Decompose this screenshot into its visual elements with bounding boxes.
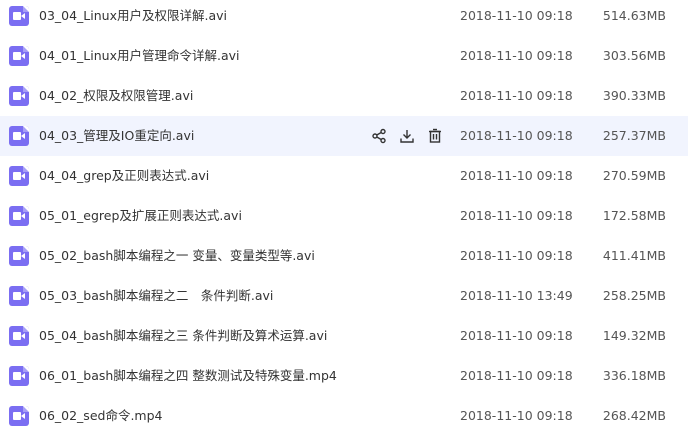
file-size: 270.59MB <box>602 168 666 183</box>
file-modified-time: 2018-11-10 09:18 <box>460 168 573 183</box>
file-name[interactable]: 04_04_grep及正则表达式.avi <box>39 156 209 196</box>
download-icon[interactable] <box>398 127 416 145</box>
file-row[interactable]: 06_02_sed命令.mp4 2018-11-10 09:18 268.42M… <box>0 396 688 436</box>
video-file-icon <box>9 366 29 386</box>
video-file-icon <box>9 166 29 186</box>
file-modified-time: 2018-11-10 09:18 <box>460 248 573 263</box>
file-size: 514.63MB <box>602 8 666 23</box>
file-row-hovered[interactable]: 04_03_管理及IO重定向.avi 2018-11-10 09:18 257.… <box>0 116 688 156</box>
file-row[interactable]: 04_04_grep及正则表达式.avi 2018-11-10 09:18 27… <box>0 156 688 196</box>
file-modified-time: 2018-11-10 09:18 <box>460 208 573 223</box>
file-modified-time: 2018-11-10 09:18 <box>460 328 573 343</box>
file-modified-time: 2018-11-10 09:18 <box>460 8 573 23</box>
video-file-icon <box>9 86 29 106</box>
file-name[interactable]: 04_02_权限及权限管理.avi <box>39 76 193 116</box>
video-file-icon <box>9 6 29 26</box>
file-size: 268.42MB <box>602 408 666 423</box>
video-file-icon <box>9 246 29 266</box>
file-size: 172.58MB <box>602 208 666 223</box>
video-file-icon <box>9 406 29 426</box>
file-name[interactable]: 04_01_Linux用户管理命令详解.avi <box>39 36 240 76</box>
file-modified-time: 2018-11-10 09:18 <box>460 48 573 63</box>
file-row[interactable]: 05_03_bash脚本编程之二 条件判断.avi 2018-11-10 13:… <box>0 276 688 316</box>
file-modified-time: 2018-11-10 09:18 <box>460 128 573 143</box>
trash-icon[interactable] <box>426 127 444 145</box>
file-name[interactable]: 03_04_Linux用户及权限详解.avi <box>39 0 227 36</box>
video-file-icon <box>9 46 29 66</box>
video-file-icon <box>9 326 29 346</box>
file-name[interactable]: 05_04_bash脚本编程之三 条件判断及算术运算.avi <box>39 316 327 356</box>
file-row[interactable]: 06_01_bash脚本编程之四 整数测试及特殊变量.mp4 2018-11-1… <box>0 356 688 396</box>
file-size: 258.25MB <box>602 288 666 303</box>
file-row[interactable]: 05_02_bash脚本编程之一 变量、变量类型等.avi 2018-11-10… <box>0 236 688 276</box>
file-name[interactable]: 04_03_管理及IO重定向.avi <box>39 116 194 156</box>
file-modified-time: 2018-11-10 13:49 <box>460 288 573 303</box>
video-file-icon <box>9 286 29 306</box>
file-modified-time: 2018-11-10 09:18 <box>460 88 573 103</box>
file-row[interactable]: 04_01_Linux用户管理命令详解.avi 2018-11-10 09:18… <box>0 36 688 76</box>
file-name[interactable]: 06_02_sed命令.mp4 <box>39 396 163 436</box>
file-name[interactable]: 05_02_bash脚本编程之一 变量、变量类型等.avi <box>39 236 315 276</box>
file-list: 03_04_Linux用户及权限详解.avi 2018-11-10 09:18 … <box>0 0 688 430</box>
file-size: 257.37MB <box>602 128 666 143</box>
video-file-icon <box>9 126 29 146</box>
file-row[interactable]: 04_02_权限及权限管理.avi 2018-11-10 09:18 390.3… <box>0 76 688 116</box>
file-name[interactable]: 06_01_bash脚本编程之四 整数测试及特殊变量.mp4 <box>39 356 337 396</box>
video-file-icon <box>9 206 29 226</box>
file-modified-time: 2018-11-10 09:18 <box>460 368 573 383</box>
file-size: 303.56MB <box>602 48 666 63</box>
file-size: 390.33MB <box>602 88 666 103</box>
file-size: 149.32MB <box>602 328 666 343</box>
file-size: 336.18MB <box>602 368 666 383</box>
row-actions <box>370 126 444 146</box>
file-row[interactable]: 05_04_bash脚本编程之三 条件判断及算术运算.avi 2018-11-1… <box>0 316 688 356</box>
file-row[interactable]: 03_04_Linux用户及权限详解.avi 2018-11-10 09:18 … <box>0 0 688 36</box>
file-modified-time: 2018-11-10 09:18 <box>460 408 573 423</box>
file-size: 411.41MB <box>602 248 666 263</box>
file-name[interactable]: 05_01_egrep及扩展正则表达式.avi <box>39 196 242 236</box>
file-row[interactable]: 05_01_egrep及扩展正则表达式.avi 2018-11-10 09:18… <box>0 196 688 236</box>
file-name[interactable]: 05_03_bash脚本编程之二 条件判断.avi <box>39 276 273 316</box>
share-icon[interactable] <box>370 127 388 145</box>
